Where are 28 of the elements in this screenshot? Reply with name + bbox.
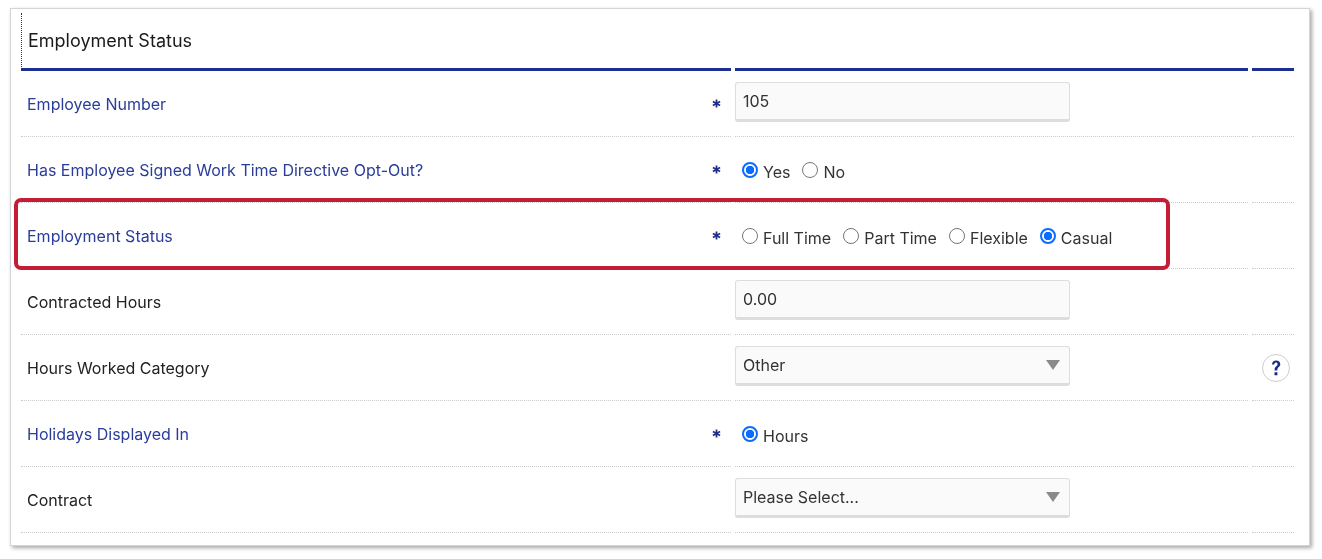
- field-label: Holidays Displayed In: [27, 423, 190, 444]
- field-label: Contract: [27, 489, 93, 510]
- dropdown[interactable]: Other: [735, 345, 1070, 386]
- section-title: Employment Status: [28, 30, 193, 51]
- option-label[interactable]: Full Time: [763, 227, 832, 248]
- input-field[interactable]: 105: [735, 81, 1070, 122]
- option-label[interactable]: Part Time: [864, 227, 937, 248]
- option-label[interactable]: No: [823, 161, 846, 182]
- radio-button[interactable]: [1039, 227, 1056, 244]
- option-label[interactable]: Flexible: [969, 227, 1028, 248]
- required-icon: [712, 429, 721, 438]
- required-icon: [712, 231, 721, 240]
- required-icon: [712, 99, 721, 108]
- input-field[interactable]: 0.00: [735, 279, 1070, 320]
- option-label[interactable]: Yes: [763, 161, 791, 182]
- option-label[interactable]: Hours: [763, 425, 809, 446]
- caret-icon: [1046, 491, 1060, 502]
- dropdown[interactable]: Please Select...: [735, 477, 1070, 518]
- radio-button[interactable]: [742, 425, 758, 442]
- field-label: Employment Status: [27, 225, 173, 246]
- field-label: Employee Number: [27, 93, 167, 114]
- required-icon: [712, 165, 721, 174]
- radio-button[interactable]: [742, 161, 758, 178]
- field-label: Has Employee Signed Work Time Directive Opt-Out?: [27, 159, 424, 180]
- field-label: Hours Worked Category: [27, 357, 210, 378]
- field-label: Contracted Hours: [27, 291, 162, 312]
- caret-icon: [1046, 359, 1060, 370]
- option-label[interactable]: Casual: [1060, 227, 1113, 248]
